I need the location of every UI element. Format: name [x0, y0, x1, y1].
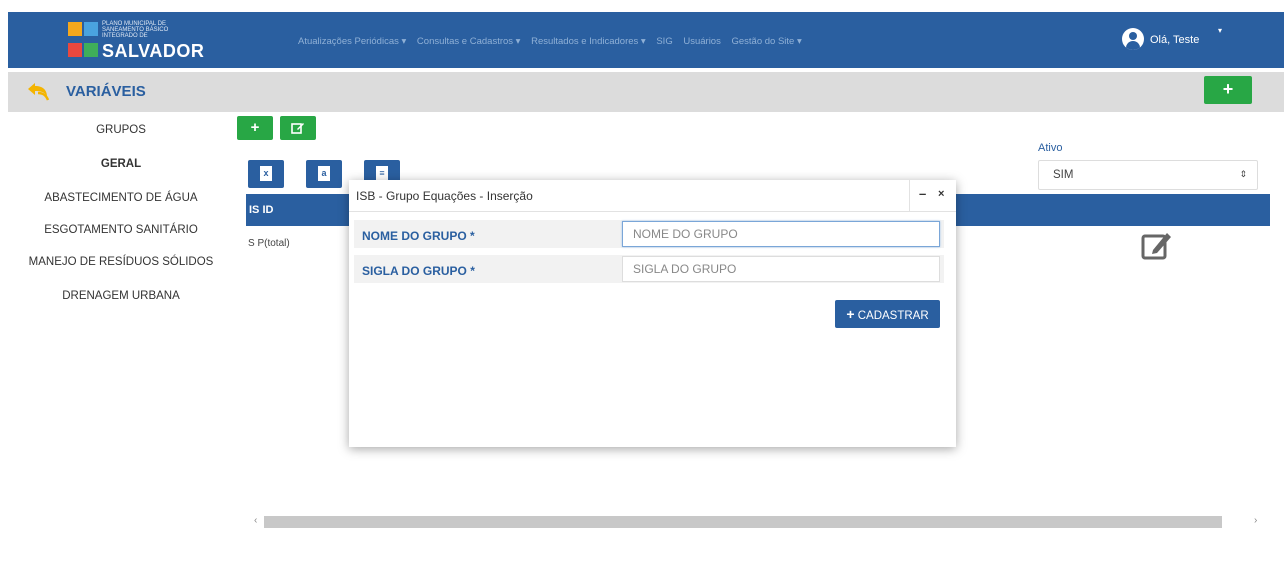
add-variable-button[interactable]: +	[1204, 76, 1252, 104]
sidebar-item-grupos[interactable]: GRUPOS	[8, 124, 234, 136]
edit-row-icon[interactable]	[1140, 228, 1174, 262]
column-header-id[interactable]: IS ID	[249, 204, 273, 216]
table-cell: S P(total)	[248, 238, 290, 249]
group-name-row: NOME DO GRUPO *	[354, 220, 944, 248]
select-arrows-icon: ⇕	[1239, 169, 1247, 179]
menu-resultados[interactable]: Resultados e Indicadores ▾	[531, 36, 646, 47]
dialog-header: ISB - Grupo Equações - Inserção – ×	[349, 180, 956, 212]
pdf-icon: a	[318, 166, 330, 181]
page-header: VARIÁVEIS +	[8, 72, 1284, 112]
scroll-left-icon[interactable]: ‹	[254, 515, 257, 526]
sidebar: GRUPOS GERAL ABASTECIMENTO DE ÁGUA ESGOT…	[8, 114, 234, 571]
top-strip	[0, 0, 1284, 12]
site-logo[interactable]: PLANO MUNICIPAL DE SANEAMENTO BÁSICO INT…	[64, 17, 214, 63]
logo-subtitle: PLANO MUNICIPAL DE SANEAMENTO BÁSICO INT…	[102, 21, 169, 39]
horizontal-scrollbar[interactable]: ‹ ›	[254, 514, 1280, 530]
group-name-label: NOME DO GRUPO *	[362, 229, 475, 243]
menu-consultas[interactable]: Consultas e Cadastros ▾	[417, 36, 521, 47]
logo-leaf-icon	[84, 43, 98, 57]
logo-title: SALVADOR	[102, 41, 205, 61]
group-name-input[interactable]	[622, 221, 940, 247]
sidebar-item-esgotamento[interactable]: ESGOTAMENTO SANITÁRIO	[8, 224, 234, 236]
excel-icon: x	[260, 166, 272, 181]
sidebar-item-abastecimento[interactable]: ABASTECIMENTO DE ÁGUA	[8, 192, 234, 204]
logo-water-icon	[84, 22, 98, 36]
close-icon[interactable]: ×	[938, 188, 944, 200]
text-file-icon: ≡	[376, 166, 388, 181]
sidebar-item-drenagem[interactable]: DRENAGEM URBANA	[8, 290, 234, 302]
plus-icon: +	[846, 306, 855, 322]
menu-sig[interactable]: SIG	[656, 36, 672, 47]
dialog-title: ISB - Grupo Equações - Inserção	[356, 189, 533, 203]
add-group-button[interactable]: +	[237, 116, 273, 140]
register-button[interactable]: + CADASTRAR	[835, 300, 940, 328]
group-acronym-label: SIGLA DO GRUPO *	[362, 264, 475, 278]
main-menu: Atualizações Periódicas ▾ Consultas e Ca…	[298, 36, 810, 47]
caret-down-icon: ▾	[1218, 26, 1223, 35]
edit-icon	[291, 123, 304, 134]
sidebar-item-residuos[interactable]: MANEJO DE RESÍDUOS SÓLIDOS	[8, 256, 234, 268]
status-filter-select[interactable]: SIM ⇕	[1038, 160, 1258, 190]
page-title: VARIÁVEIS	[66, 83, 146, 100]
header-divider	[909, 180, 910, 212]
user-greeting: Olá, Teste	[1150, 34, 1200, 46]
menu-atualizacoes[interactable]: Atualizações Periódicas ▾	[298, 36, 406, 47]
logo-fire-icon	[68, 43, 82, 57]
logo-sun-icon	[68, 22, 82, 36]
export-pdf-button[interactable]: a	[306, 160, 342, 188]
navbar: PLANO MUNICIPAL DE SANEAMENTO BÁSICO INT…	[8, 12, 1284, 68]
group-acronym-row: SIGLA DO GRUPO *	[354, 255, 944, 283]
insert-group-dialog: ISB - Grupo Equações - Inserção – × NOME…	[349, 180, 956, 447]
minimize-icon[interactable]: –	[919, 186, 926, 201]
group-acronym-input[interactable]	[622, 256, 940, 282]
edit-group-button[interactable]	[280, 116, 316, 140]
menu-usuarios[interactable]: Usuários	[683, 36, 721, 47]
back-arrow-icon[interactable]	[26, 80, 52, 104]
user-avatar-icon	[1122, 28, 1144, 50]
status-filter-value: SIM	[1053, 169, 1074, 181]
scrollbar-thumb[interactable]	[264, 516, 1222, 528]
export-excel-button[interactable]: x	[248, 160, 284, 188]
scroll-right-icon[interactable]: ›	[1254, 515, 1257, 526]
menu-gestao[interactable]: Gestão do Site ▾	[732, 36, 802, 47]
sidebar-item-geral[interactable]: GERAL	[8, 158, 234, 170]
register-label: CADASTRAR	[857, 310, 929, 322]
status-filter-label: Ativo	[1038, 142, 1063, 154]
